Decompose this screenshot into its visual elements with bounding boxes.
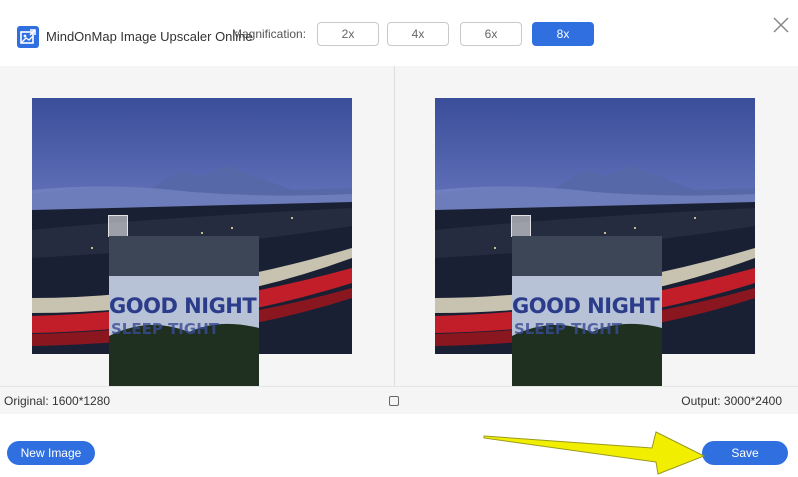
original-image-preview[interactable]: GOOD NIGHT SLEEP TIGHT <box>32 98 352 386</box>
app-logo-icon <box>17 26 39 48</box>
new-image-button[interactable]: New Image <box>7 441 95 465</box>
output-resolution-label: Output: 3000*2400 <box>681 394 782 408</box>
resolution-info-bar: Original: 1600*1280 Output: 3000*2400 <box>0 386 798 414</box>
zoom-region-indicator-output[interactable] <box>511 215 531 237</box>
zoom-caption-line1: GOOD NIGHT <box>109 294 257 318</box>
zoom-caption-line1-output: GOOD NIGHT <box>512 294 660 318</box>
zoomed-detail-output: GOOD NIGHT SLEEP TIGHT <box>512 236 662 386</box>
output-image-preview[interactable]: GOOD NIGHT SLEEP TIGHT <box>435 98 755 386</box>
preview-divider <box>394 66 395 386</box>
zoomed-detail-original: GOOD NIGHT SLEEP TIGHT <box>109 236 259 386</box>
preview-workspace: GOOD NIGHT SLEEP TIGHT GOOD NIGHT SLEEP … <box>0 66 798 386</box>
original-resolution-label: Original: 1600*1280 <box>4 394 111 408</box>
yellow-arrow-annotation <box>483 431 706 475</box>
zoom-caption-line2: SLEEP TIGHT <box>111 320 219 338</box>
zoom-caption-line2-output: SLEEP TIGHT <box>514 320 622 338</box>
header-bar: MindOnMap Image Upscaler Online Magnific… <box>0 0 798 66</box>
magnification-4x-button[interactable]: 4x <box>387 22 449 46</box>
compare-icon[interactable] <box>389 396 399 406</box>
zoom-region-indicator[interactable] <box>108 215 128 237</box>
magnification-2x-button[interactable]: 2x <box>317 22 379 46</box>
magnification-6x-button[interactable]: 6x <box>460 22 522 46</box>
app-title: MindOnMap Image Upscaler Online <box>46 29 253 44</box>
close-icon[interactable] <box>770 14 792 36</box>
save-button[interactable]: Save <box>702 441 788 465</box>
magnification-label: Magnification: <box>232 27 307 41</box>
magnification-8x-button[interactable]: 8x <box>532 22 594 46</box>
